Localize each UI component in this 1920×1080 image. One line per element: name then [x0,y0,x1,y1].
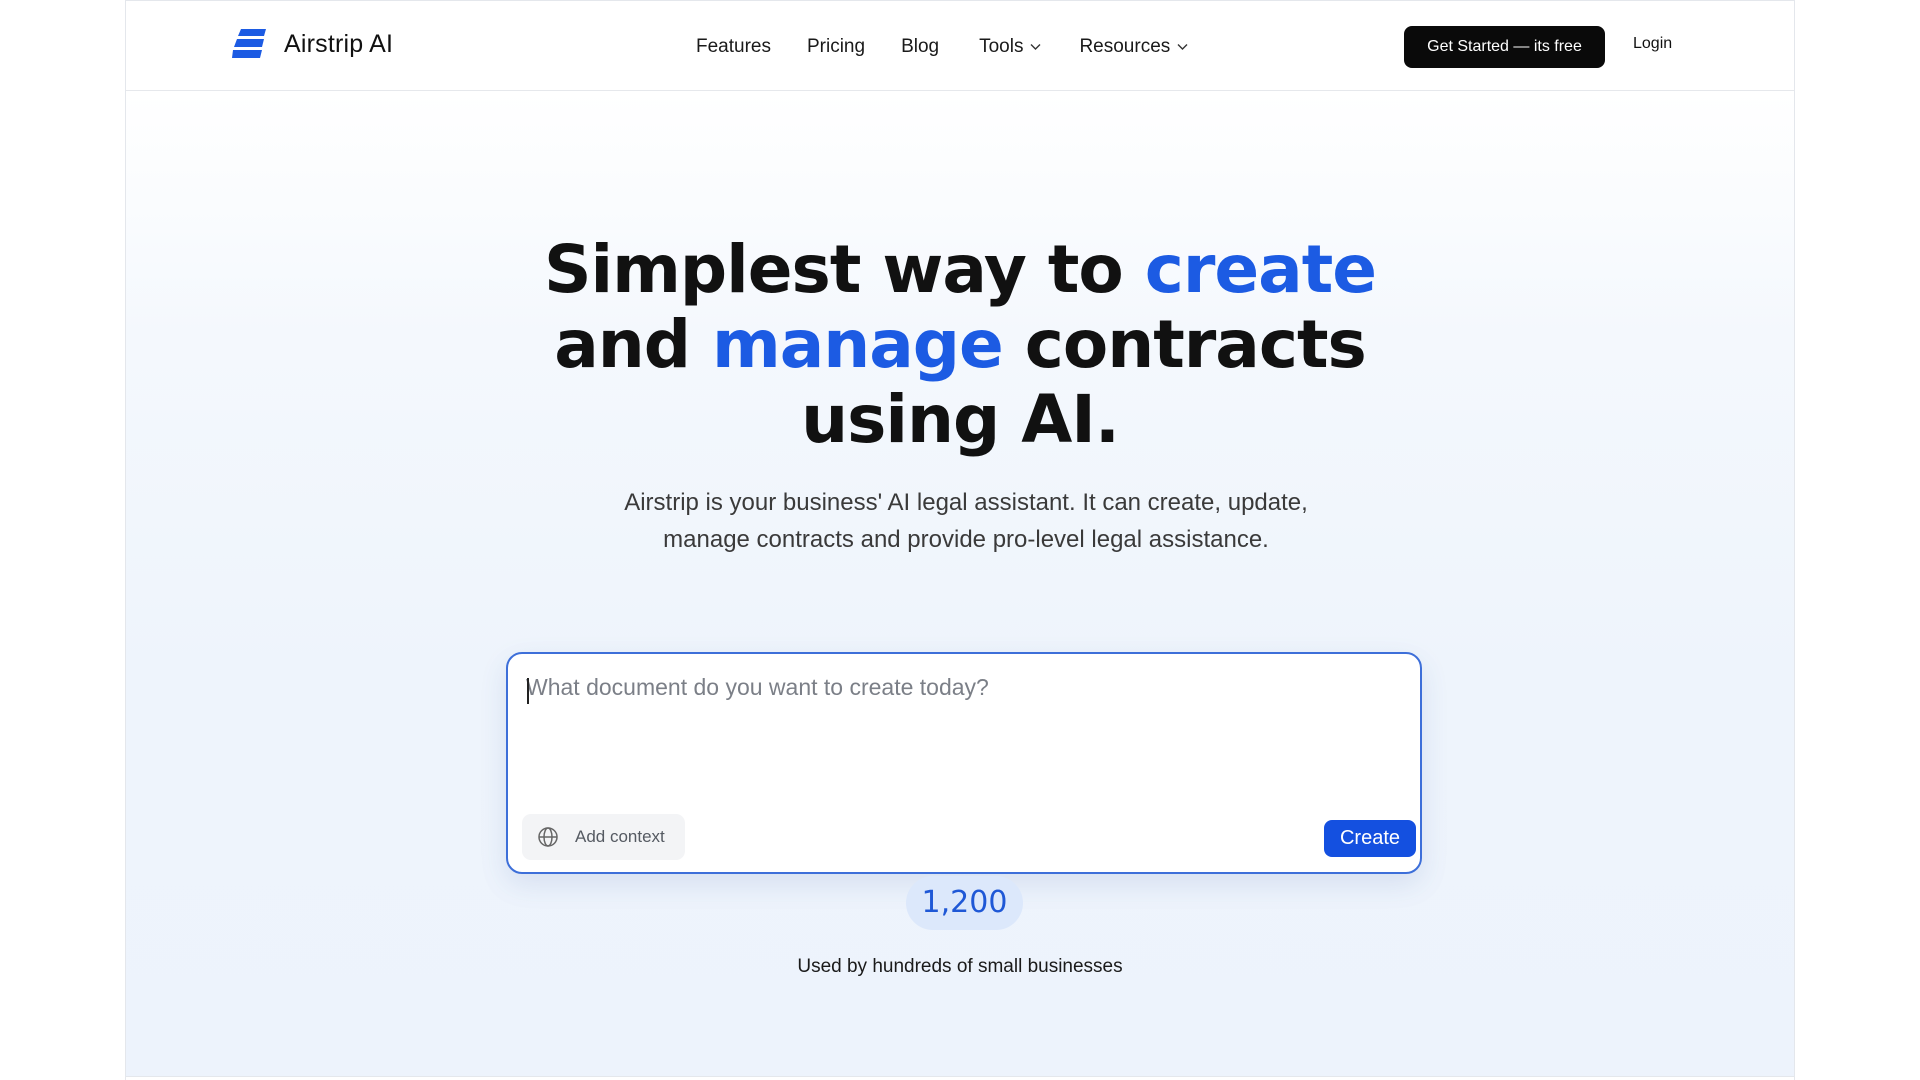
headline-text: contracts [1002,306,1367,383]
main-nav: Features Pricing Blog Tools Resources [696,31,1224,63]
globe-icon [538,827,558,847]
site-header: Airstrip AI Features Pricing Blog Tools … [126,1,1794,91]
headline-line-2: and manage contracts [126,307,1794,382]
chevron-down-icon [1030,44,1041,50]
document-prompt-input[interactable] [526,672,1396,782]
nav-resources-label: Resources [1079,36,1171,57]
nav-pricing[interactable]: Pricing [807,36,865,58]
hero-section: Simplest way to create and manage contra… [126,92,1794,1077]
nav-tools[interactable]: Tools [979,36,1041,58]
headline-line-3: using AI. [801,381,1120,458]
login-link[interactable]: Login [1633,35,1672,53]
headline-line-1: Simplest way to create [126,232,1794,307]
headline-text: Simplest way to [543,231,1145,308]
nav-resources[interactable]: Resources [1079,36,1188,58]
brand-name: Airstrip AI [284,29,394,58]
add-context-label: Add context [575,827,665,846]
usage-caption: Used by hundreds of small businesses [797,956,1123,977]
create-button[interactable]: Create [1324,820,1416,857]
text-cursor [527,678,529,704]
nav-pricing-label: Pricing [806,36,866,57]
nav-features-label: Features [696,36,771,57]
nav-features[interactable]: Features [696,36,771,58]
usage-counter-badge: 1,200 [906,876,1023,930]
get-started-button[interactable]: Get Started — its free [1404,26,1605,68]
hero-subtitle: Airstrip is your business' AI legal assi… [624,489,1308,553]
headline-accent-create: create [1144,231,1377,308]
section-divider [126,1076,1794,1077]
nav-blog[interactable]: Blog [901,36,939,58]
chevron-down-icon [1177,44,1188,50]
headline-accent-manage: manage [711,306,1004,383]
hero-headline: Simplest way to create and manage contra… [126,232,1794,457]
headline-text: and [554,306,712,383]
airstrip-stripes-icon [232,29,266,59]
add-context-button[interactable]: Add context [522,814,685,860]
document-prompt-box: Add context Create [506,652,1422,874]
nav-tools-label: Tools [979,36,1024,57]
nav-blog-label: Blog [901,36,940,57]
browser-page: Airstrip AI Features Pricing Blog Tools … [125,0,1795,1080]
brand-logo[interactable]: Airstrip AI [232,29,393,59]
